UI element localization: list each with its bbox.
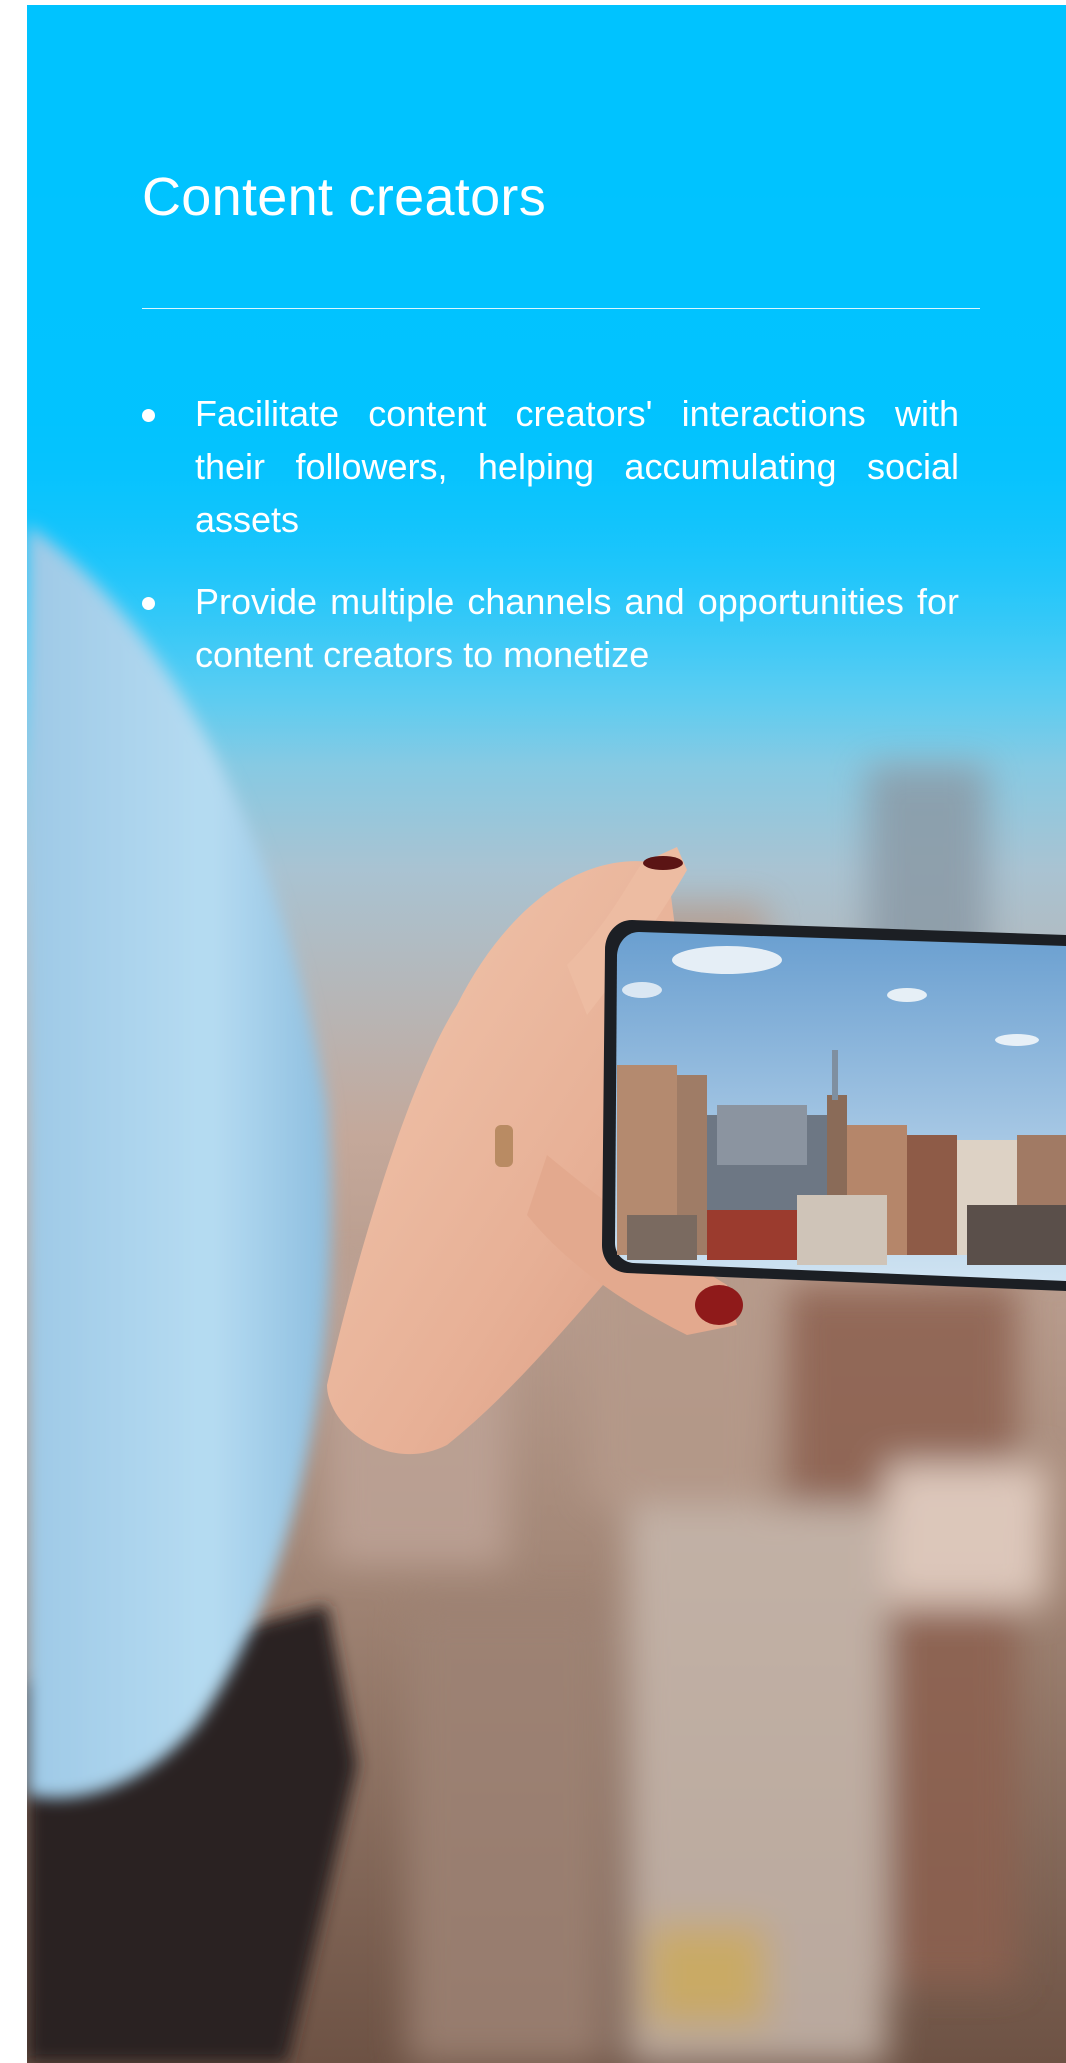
section-title: Content creators (142, 167, 546, 227)
title-divider (142, 308, 980, 309)
bullet-text: Facilitate content creators' interaction… (195, 393, 959, 540)
bullet-list: Facilitate content creators' interaction… (142, 387, 1006, 710)
bullet-dot-icon (142, 597, 155, 610)
bullet-item: Provide multiple channels and opportunit… (142, 575, 959, 681)
content-creators-card: Content creators Facilitate content crea… (27, 5, 1066, 2063)
bullet-dot-icon (142, 409, 155, 422)
bullet-text: Provide multiple channels and opportunit… (195, 581, 959, 675)
city-photo-background (27, 5, 1066, 2063)
bullet-item: Facilitate content creators' interaction… (142, 387, 959, 546)
